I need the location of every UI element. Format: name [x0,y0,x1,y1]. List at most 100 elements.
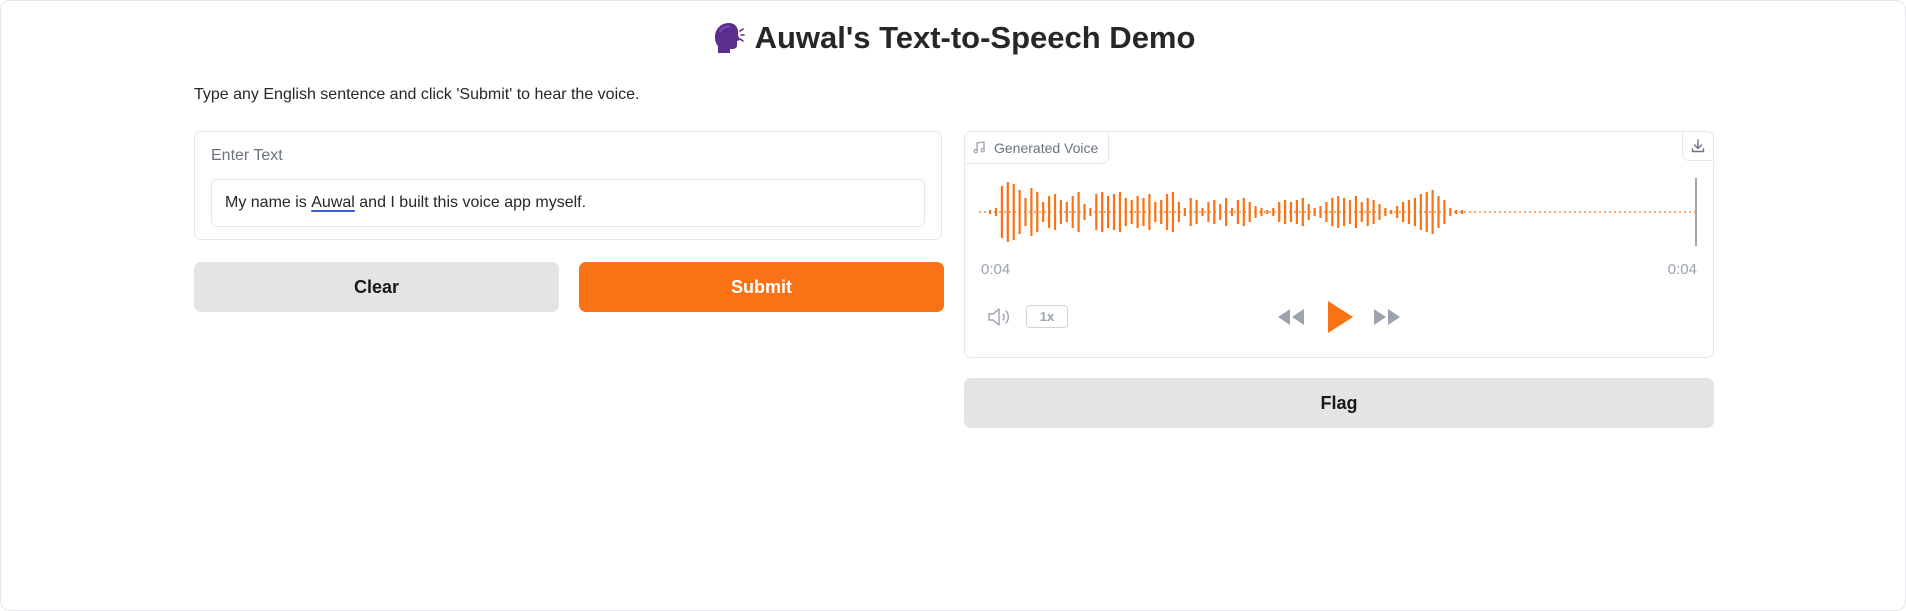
waveform-bar [1012,184,1015,240]
playback-speed-button[interactable]: 1x [1026,305,1068,328]
waveform-bar [1136,196,1139,228]
waveform-bar [1325,202,1328,222]
waveform-bar [1095,194,1098,230]
waveform-bar [1425,192,1428,232]
waveform-bar [1030,188,1033,236]
waveform-bar [1384,208,1387,216]
waveform-bar [1419,194,1422,230]
waveform-bar [1260,208,1263,216]
waveform-bar [1248,202,1251,222]
waveform-bar [1354,196,1357,228]
waveform-bar [1343,198,1346,226]
waveform-bar [1313,208,1316,216]
waveform-bar [1118,192,1121,232]
waveform-bar [1148,194,1151,230]
waveform-bar [1230,208,1234,216]
waveform-bar [1183,208,1186,216]
flag-button[interactable]: Flag [964,378,1714,428]
duration: 0:04 [1667,261,1697,278]
waveform-bar [1378,204,1381,220]
waveform-bar [1160,200,1163,224]
playhead[interactable] [1695,178,1697,246]
page-title: Auwal's Text-to-Speech Demo [754,20,1196,55]
waveform-bar [1449,208,1452,216]
waveform-bar [1083,204,1086,220]
waveform-bar [1124,198,1127,226]
audio-label-tag: Generated Voice [965,132,1110,164]
waveform-bar [1236,200,1239,224]
waveform-bar [1266,210,1269,214]
page-description: Type any English sentence and click 'Sub… [194,86,640,103]
clear-button[interactable]: Clear [194,262,559,312]
waveform-bar [1225,198,1228,226]
waveform-bar [1065,202,1068,222]
speaking-head-icon [714,23,745,53]
text-input-block: Enter Text My name is Auwal and I built … [194,131,942,240]
waveform-bar [1154,202,1157,222]
waveform-bar [1000,186,1003,238]
waveform-bar [1331,198,1334,226]
play-icon[interactable] [1326,300,1354,334]
text-input-label: Enter Text [211,147,283,164]
waveform-bar [1142,198,1145,226]
page-header: Auwal's Text-to-Speech Demo [0,20,1906,56]
waveform-bar [1006,182,1009,242]
download-icon [1691,139,1705,153]
waveform-bar [1407,200,1411,224]
waveform-bar [994,208,998,216]
text-value-part: My name is [225,194,312,211]
waveform-bar [1396,206,1399,218]
waveform-bar [1242,198,1245,226]
waveform-bar [1390,210,1393,214]
waveform-bar [1278,202,1281,222]
waveform-bar [1372,200,1375,224]
waveform-bar [1431,190,1434,234]
waveform-bar [1366,198,1369,226]
waveform-bar [1189,198,1192,226]
waveform-bar [1219,204,1222,220]
waveform-bar [1024,198,1027,226]
waveform-bar [1101,192,1104,232]
waveform-bar [1177,202,1180,222]
audio-output-block: Generated Voice 0:04 0:04 1x [964,131,1714,358]
waveform-bar [1455,210,1458,214]
waveform-bar [1307,204,1310,220]
waveform-bar [1319,206,1322,218]
waveform-bar [1089,208,1092,216]
waveform-bar [1053,194,1057,230]
waveform-bar [1042,202,1045,222]
submit-button[interactable]: Submit [579,262,944,312]
waveform-bar [1402,202,1405,222]
fast-forward-icon[interactable] [1372,308,1402,326]
waveform-bar [1195,200,1198,224]
waveform-bar [1295,200,1298,224]
waveform-bar [1018,190,1021,234]
waveform-bar [1413,198,1416,226]
waveform-bar [1107,196,1110,228]
audio-waveform[interactable] [979,176,1699,248]
waveform-bar [1036,192,1039,232]
waveform-bar [1360,202,1363,222]
waveform-bar [1289,202,1293,222]
waveform-bar [989,210,992,214]
waveform-bar [1112,194,1116,230]
waveform-bar [1284,200,1287,224]
waveform-bar [1272,208,1275,216]
volume-icon[interactable] [987,306,1013,328]
text-input[interactable]: My name is Auwal and I built this voice … [211,179,925,227]
waveform-bar [1254,206,1257,218]
rewind-icon[interactable] [1276,308,1306,326]
waveform-bar [1437,196,1440,228]
waveform-bar [1201,208,1204,216]
waveform-bar [1337,196,1340,228]
spellcheck-word: Auwal [311,194,355,211]
waveform-bar [1077,192,1080,232]
download-button[interactable] [1682,132,1713,161]
music-note-icon [973,141,985,154]
waveform-bar [1348,200,1352,224]
waveform-bar [1443,200,1446,224]
audio-label: Generated Voice [994,139,1099,156]
current-time: 0:04 [981,261,1011,278]
waveform-bar [1071,196,1074,228]
waveform-bar [1301,198,1304,226]
